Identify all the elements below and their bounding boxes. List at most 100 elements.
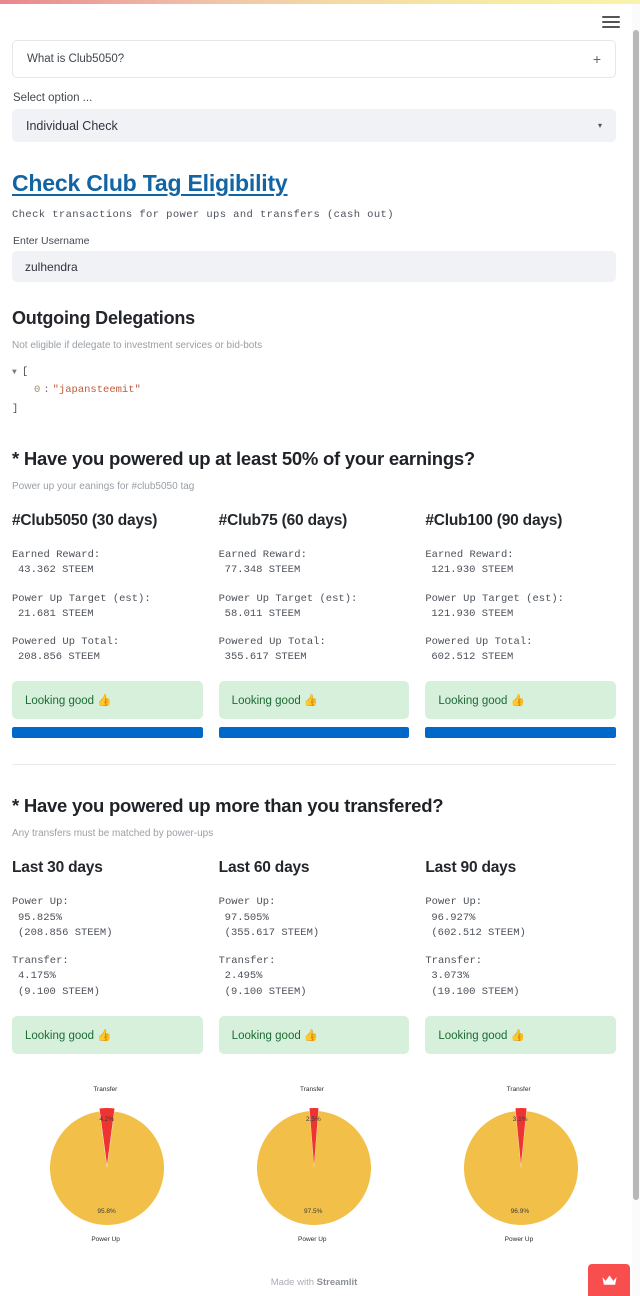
check-mode-select[interactable]: Individual Check ▾ [12,109,616,142]
main-content: What is Club5050? + Select option ... In… [0,0,628,1253]
total-value: 208.856 STEEM [18,651,100,664]
progress-bar-fill [12,727,203,739]
transfer-pct: 2.495% [224,970,263,983]
status-badge: Looking good 👍 [12,681,203,720]
pie-datalabel-transfer: 2.5% [306,1115,321,1123]
earned-value: 43.362 STEEM [18,564,94,577]
username-input[interactable] [12,251,616,282]
powerup-label: Power Up: [425,896,483,909]
column-stats: Power Up: 95.825% (208.856 STEEM) Transf… [12,895,203,999]
transfer-amount: (9.100 STEEM) [18,985,100,998]
footer: Made with Streamlit [0,1277,628,1288]
vertical-scrollbar-track[interactable] [632,4,640,1296]
column-title: Last 30 days [12,859,103,877]
target-label: Power Up Target (est): [425,592,564,605]
top-accent-bar [0,0,640,4]
powerup-amount: (208.856 STEEM) [18,926,113,939]
powerup-column-club100: #Club100 (90 days) Earned Reward: 121.93… [425,512,617,739]
page-subtitle: Check transactions for power ups and tra… [12,209,394,221]
target-value: 121.930 STEEM [431,607,514,620]
pie-datalabel-transfer: 4.2% [99,1115,115,1123]
total-value: 355.617 STEEM [224,651,307,664]
transfer-pct: 3.073% [431,970,470,983]
chevron-down-icon[interactable]: ▾ [598,121,602,130]
status-badge: Looking good 👍 [218,681,410,720]
earned-value: 121.930 STEEM [431,564,514,577]
json-value: "japansteemit" [52,384,141,397]
json-close-bracket: ] [12,402,19,415]
transfer-question-heading: * Have you powered up more than you tran… [12,795,444,817]
transfer-amount: (19.100 STEEM) [431,985,520,998]
crown-icon [601,1275,617,1285]
progress-bar [12,727,203,739]
json-colon: : [43,384,50,397]
pie-label-transfer: Transfer [506,1085,531,1093]
pie-chart-30-days[interactable]: Transfer 4.2% 95.8% Power Up [12,1078,203,1253]
powerup-column-club75: #Club75 (60 days) Earned Reward: 77.348 … [218,512,410,739]
plus-icon[interactable]: + [593,52,601,66]
faq-expander-label: What is Club5050? [27,53,125,65]
column-title: #Club75 (60 days) [218,512,348,530]
earned-value: 77.348 STEEM [224,564,301,577]
column-title: #Club100 (90 days) [425,512,563,530]
crown-icon-button[interactable] [588,1264,630,1296]
transfer-label: Transfer: [425,955,483,968]
vertical-scrollbar-thumb[interactable] [633,30,639,1200]
footer-prefix: Made with [270,1277,317,1288]
pie-chart-row: Transfer 4.2% 95.8% Power Up Transfer 2.… [12,1078,616,1253]
status-badge: Looking good 👍 [425,681,617,720]
transfer-column-60: Last 60 days Power Up: 97.505% (355.617 … [218,859,410,1054]
powerup-pct: 95.825% [18,911,63,924]
powerup-column-club5050: #Club5050 (30 days) Earned Reward: 43.36… [12,512,203,739]
powerup-question-caption: Power up your eanings for #club5050 tag [12,481,195,493]
faq-expander[interactable]: What is Club5050? + [12,40,616,78]
status-badge: Looking good 👍 [425,1015,617,1054]
select-value: Individual Check [26,118,118,133]
footer-brand[interactable]: Streamlit [317,1277,358,1288]
pie-datalabel-power-up: 95.8% [97,1207,116,1215]
outgoing-delegations-heading: Outgoing Delegations [12,308,195,328]
json-open-bracket: [ [21,366,29,378]
collapse-triangle-icon[interactable]: ▼ [12,366,17,380]
progress-bar [218,727,410,739]
powerup-label: Power Up: [12,896,69,909]
json-entry: 0: "japansteemit" [12,381,616,399]
powerup-pct: 96.927% [431,911,476,924]
pie-datalabel-transfer: 3.1% [512,1115,528,1123]
app-page: What is Club5050? + Select option ... In… [0,0,640,1296]
hamburger-line [602,16,620,18]
pie-chart-60-days[interactable]: Transfer 2.5% 97.5% Power Up [219,1078,410,1253]
earned-label: Earned Reward: [12,549,101,562]
target-value: 58.011 STEEM [224,607,301,620]
pie-label-power-up: Power Up [91,1235,120,1243]
transfer-amount: (9.100 STEEM) [224,985,307,998]
hamburger-menu-icon[interactable] [602,12,624,32]
powerup-label: Power Up: [218,896,276,909]
select-caption: Select option ... [13,92,93,104]
transfer-label: Transfer: [218,955,276,968]
transfer-label: Transfer: [12,955,69,968]
page-title[interactable]: Check Club Tag Eligibility [12,170,288,197]
total-value: 602.512 STEEM [431,651,514,664]
section-divider [12,764,616,766]
status-badge: Looking good 👍 [12,1015,203,1054]
transfer-question-caption: Any transfers must be matched by power-u… [12,828,214,840]
powerup-pct: 97.505% [224,911,269,924]
column-title: Last 90 days [425,859,516,877]
transfer-columns: Last 30 days Power Up: 95.825% (208.856 … [12,859,617,1054]
powerup-amount: (602.512 STEEM) [431,926,526,939]
pie-chart-90-days[interactable]: Transfer 3.1% 96.9% Power Up [425,1078,616,1253]
column-title: Last 60 days [218,859,310,877]
column-title: #Club5050 (30 days) [12,512,158,530]
column-stats: Earned Reward: 43.362 STEEM Power Up Tar… [12,548,203,665]
transfer-pct: 4.175% [18,970,56,983]
transfer-column-90: Last 90 days Power Up: 96.927% (602.512 … [425,859,617,1054]
transfer-column-30: Last 30 days Power Up: 95.825% (208.856 … [12,859,203,1054]
earned-label: Earned Reward: [218,549,307,562]
column-stats: Power Up: 96.927% (602.512 STEEM) Transf… [425,895,616,999]
column-stats: Power Up: 97.505% (355.617 STEEM) Transf… [219,895,410,999]
progress-bar-fill [425,727,617,739]
target-value: 21.681 STEEM [18,607,94,620]
powerup-columns: #Club5050 (30 days) Earned Reward: 43.36… [12,512,617,739]
column-stats: Earned Reward: 77.348 STEEM Power Up Tar… [219,548,410,665]
